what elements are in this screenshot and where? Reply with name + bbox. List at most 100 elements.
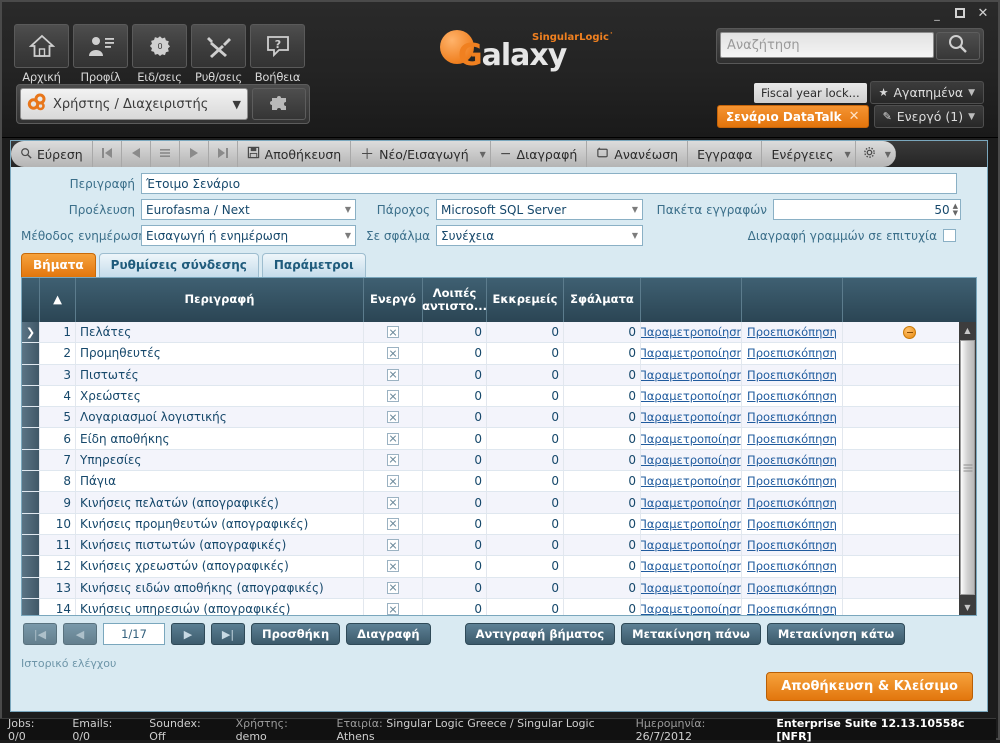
row-description[interactable]: Κινήσεις χρεωστών (απογραφικές): [76, 556, 364, 576]
toolbar-refresh[interactable]: Ανανέωση: [587, 141, 688, 167]
provider-select[interactable]: Microsoft SQL Server▼: [436, 199, 643, 220]
row-preview-link[interactable]: Προεπισκόπηση: [742, 578, 843, 598]
row-description[interactable]: Κινήσεις πιστωτών (απογραφικές): [76, 535, 364, 555]
row-marker[interactable]: [22, 471, 40, 491]
row-preview-link[interactable]: Προεπισκόπηση: [742, 492, 843, 512]
table-row[interactable]: 5Λογαριασμοί λογιστικής000Παραμετροποίησ…: [22, 407, 976, 428]
tab-connection-settings[interactable]: Ρυθμίσεις σύνδεσης: [99, 253, 259, 277]
row-preview-link[interactable]: Προεπισκόπηση: [742, 471, 843, 491]
row-marker[interactable]: [22, 365, 40, 385]
table-row[interactable]: 13Κινήσεις ειδών αποθήκης (απογραφικές)0…: [22, 578, 976, 599]
scroll-up-button[interactable]: ▲: [959, 322, 976, 338]
row-status-badge[interactable]: [843, 514, 976, 534]
row-customize-link[interactable]: Παραμετροποίηση: [641, 471, 742, 491]
row-status-badge[interactable]: [843, 556, 976, 576]
row-customize-link[interactable]: Παραμετροποίηση: [641, 514, 742, 534]
row-customize-link[interactable]: Παραμετροποίηση: [641, 343, 742, 363]
row-status-badge[interactable]: [843, 343, 976, 363]
search-input[interactable]: [720, 32, 934, 58]
row-customize-link[interactable]: Παραμετροποίηση: [641, 450, 742, 470]
row-customize-link[interactable]: Παραμετροποίηση: [641, 322, 742, 342]
row-description[interactable]: Κινήσεις υπηρεσιών (απογραφικές): [76, 599, 364, 615]
row-preview-link[interactable]: Προεπισκόπηση: [742, 386, 843, 406]
row-active-checkbox[interactable]: [364, 535, 423, 555]
row-customize-link[interactable]: Παραμετροποίηση: [641, 599, 742, 615]
row-description[interactable]: Κινήσεις προμηθευτών (απογραφικές): [76, 514, 364, 534]
move-up-button[interactable]: Μετακίνηση πάνω: [621, 623, 761, 645]
table-row[interactable]: 10Κινήσεις προμηθευτών (απογραφικές)000Π…: [22, 514, 976, 535]
page-last-button[interactable]: ▶|: [211, 623, 245, 645]
row-customize-link[interactable]: Παραμετροποίηση: [641, 428, 742, 448]
row-status-badge[interactable]: [843, 599, 976, 615]
toolbar-actions-dropdown[interactable]: ▼: [843, 141, 856, 167]
row-marker[interactable]: [22, 428, 40, 448]
row-active-checkbox[interactable]: [364, 322, 423, 342]
row-description[interactable]: Είδη αποθήκης: [76, 428, 364, 448]
row-preview-link[interactable]: Προεπισκόπηση: [742, 407, 843, 427]
row-customize-link[interactable]: Παραμετροποίηση: [641, 492, 742, 512]
toolbar-new-dropdown[interactable]: ▼: [478, 141, 491, 167]
row-active-checkbox[interactable]: [364, 514, 423, 534]
origin-select[interactable]: Eurofasma / Next▼: [141, 199, 356, 220]
audit-history-link[interactable]: Ιστορικό ελέγχου: [21, 657, 977, 670]
table-row[interactable]: 3Πιστωτές000ΠαραμετροποίησηΠροεπισκόπηση: [22, 365, 976, 386]
close-button[interactable]: ✕: [976, 6, 990, 20]
close-icon[interactable]: ✕: [849, 109, 860, 124]
row-active-checkbox[interactable]: [364, 386, 423, 406]
table-row[interactable]: 8Πάγια000ΠαραμετροποίησηΠροεπισκόπηση: [22, 471, 976, 492]
row-preview-link[interactable]: Προεπισκόπηση: [742, 343, 843, 363]
row-status-badge[interactable]: [843, 535, 976, 555]
row-customize-link[interactable]: Παραμετροποίηση: [641, 386, 742, 406]
grid-col-active[interactable]: Ενεργό: [364, 278, 423, 322]
tab-steps[interactable]: Βήματα: [21, 253, 96, 277]
row-status-badge[interactable]: [843, 407, 976, 427]
toolbar-first-record[interactable]: [93, 141, 122, 167]
row-active-checkbox[interactable]: [364, 471, 423, 491]
row-customize-link[interactable]: Παραμετροποίηση: [641, 407, 742, 427]
row-marker[interactable]: [22, 535, 40, 555]
table-row[interactable]: 14Κινήσεις υπηρεσιών (απογραφικές)000Παρ…: [22, 599, 976, 615]
active-status-button[interactable]: ✎ Ενεργό (1) ▼: [874, 105, 984, 128]
delete-rows-checkbox[interactable]: [943, 229, 956, 242]
row-status-badge[interactable]: [843, 322, 976, 342]
table-row[interactable]: ❯1Πελάτες000ΠαραμετροποίησηΠροεπισκόπηση: [22, 322, 976, 343]
row-active-checkbox[interactable]: [364, 492, 423, 512]
page-indicator[interactable]: 1/17: [103, 623, 165, 645]
page-first-button[interactable]: |◀: [23, 623, 57, 645]
search-button[interactable]: [936, 32, 980, 60]
row-description[interactable]: Πελάτες: [76, 322, 364, 342]
row-active-checkbox[interactable]: [364, 407, 423, 427]
row-customize-link[interactable]: Παραμετροποίηση: [641, 556, 742, 576]
row-active-checkbox[interactable]: [364, 428, 423, 448]
quick-button-profile[interactable]: Προφίλ: [73, 24, 128, 84]
table-row[interactable]: 2Προμηθευτές000ΠαραμετροποίησηΠροεπισκόπ…: [22, 343, 976, 364]
row-active-checkbox[interactable]: [364, 343, 423, 363]
grid-col-errors[interactable]: Σφάλματα: [564, 278, 641, 322]
record-packets-input[interactable]: 50 ▲▼: [773, 199, 961, 220]
row-description[interactable]: Πάγια: [76, 471, 364, 491]
grid-vertical-scrollbar[interactable]: ▲ ▼: [959, 322, 976, 615]
save-and-close-button[interactable]: Αποθήκευση & Κλείσιμο: [766, 672, 973, 701]
delete-step-button[interactable]: Διαγραφή: [346, 623, 430, 645]
page-prev-button[interactable]: ◀: [63, 623, 97, 645]
update-method-select[interactable]: Εισαγωγή ή ενημέρωση▼: [141, 225, 356, 246]
toolbar-find[interactable]: Εύρεση: [11, 141, 93, 167]
on-error-select[interactable]: Συνέχεια▼: [436, 225, 643, 246]
grid-col-description[interactable]: Περιγραφή: [76, 278, 364, 322]
add-step-button[interactable]: Προσθήκη: [251, 623, 340, 645]
user-role-selector[interactable]: Χρήστης / Διαχειριστής ▼: [20, 88, 248, 120]
row-active-checkbox[interactable]: [364, 556, 423, 576]
row-active-checkbox[interactable]: [364, 365, 423, 385]
grid-col-remaining[interactable]: Λοιπές αντιστο...: [423, 278, 487, 322]
row-status-badge[interactable]: [843, 386, 976, 406]
row-active-checkbox[interactable]: [364, 578, 423, 598]
scroll-down-button[interactable]: ▼: [959, 599, 976, 615]
description-input[interactable]: Έτοιμο Σενάριο: [141, 173, 957, 194]
stepper-icon[interactable]: ▲▼: [950, 203, 958, 217]
row-preview-link[interactable]: Προεπισκόπηση: [742, 450, 843, 470]
row-description[interactable]: Κινήσεις ειδών αποθήκης (απογραφικές): [76, 578, 364, 598]
row-status-badge[interactable]: [843, 578, 976, 598]
row-preview-link[interactable]: Προεπισκόπηση: [742, 365, 843, 385]
toolbar-settings[interactable]: [856, 141, 883, 167]
row-customize-link[interactable]: Παραμετροποίηση: [641, 365, 742, 385]
